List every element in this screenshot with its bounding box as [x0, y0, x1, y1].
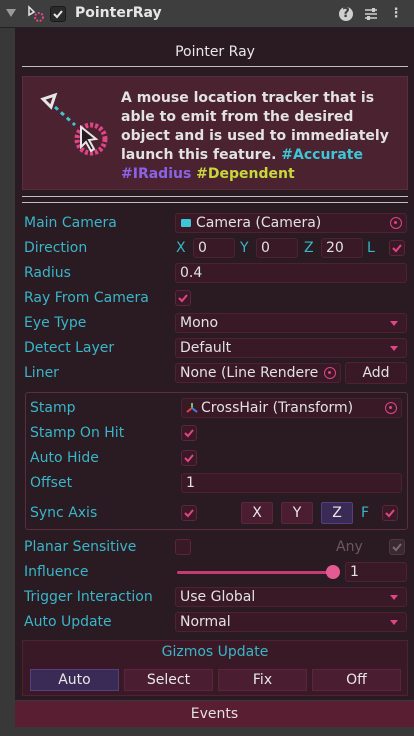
tag-iradius[interactable]: #IRadius: [121, 166, 191, 182]
gizmos-off-button[interactable]: Off: [312, 669, 401, 691]
offset-label: Offset: [30, 475, 73, 491]
component-enabled-checkbox[interactable]: [50, 6, 66, 22]
tag-dependent[interactable]: #Dependent: [196, 166, 295, 182]
planar-any-checkbox[interactable]: [389, 539, 405, 555]
object-picker-icon[interactable]: [385, 402, 397, 414]
pointer-ray-logo-icon: [40, 92, 108, 156]
stamp-on-hit-checkbox[interactable]: [181, 425, 197, 441]
eye-type-label: Eye Type: [24, 315, 87, 331]
events-foldout[interactable]: Events: [15, 701, 414, 727]
sync-axis-checkbox[interactable]: [181, 505, 197, 521]
auto-hide-label: Auto Hide: [30, 450, 99, 466]
direction-z-input[interactable]: 20: [321, 238, 363, 258]
auto-update-value: Normal: [180, 614, 231, 630]
main-camera-label: Main Camera: [24, 215, 117, 231]
influence-slider-handle[interactable]: [326, 565, 340, 579]
divider: [22, 196, 408, 197]
sync-axis-label: Sync Axis: [30, 505, 98, 521]
influence-label: Influence: [24, 564, 89, 580]
auto-hide-checkbox[interactable]: [181, 450, 197, 466]
gizmos-update-group: Gizmos Update Auto Select Fix Off: [22, 640, 408, 696]
sync-axis-f-label: F: [361, 505, 370, 521]
offset-input[interactable]: 1: [181, 473, 402, 493]
gizmos-select-button[interactable]: Select: [124, 669, 213, 691]
auto-update-label: Auto Update: [24, 614, 112, 630]
component-header: PointerRay ? ⋮: [0, 0, 414, 28]
eye-type-value: Mono: [180, 315, 219, 331]
camera-icon: [181, 219, 191, 227]
object-picker-icon[interactable]: [324, 367, 336, 379]
stamp-value: CrossHair (Transform): [201, 400, 354, 416]
liner-label: Liner: [24, 365, 59, 381]
auto-update-dropdown[interactable]: Normal: [175, 612, 407, 632]
pointer-ray-component-icon: [28, 5, 44, 22]
ray-from-camera-checkbox[interactable]: [175, 290, 191, 306]
direction-y-label: Y: [240, 240, 249, 256]
description-box: A mouse location tracker that is able to…: [22, 76, 408, 190]
transform-icon: [186, 403, 198, 413]
direction-x-input[interactable]: 0: [193, 238, 235, 258]
add-liner-button[interactable]: Add: [345, 362, 407, 384]
sync-axis-y-button[interactable]: Y: [281, 502, 313, 524]
stamp-field[interactable]: CrossHair (Transform): [181, 398, 402, 418]
direction-y-input[interactable]: 0: [256, 238, 298, 258]
direction-label: Direction: [24, 240, 88, 256]
planar-sensitive-checkbox[interactable]: [175, 539, 191, 555]
direction-x-label: X: [176, 240, 186, 256]
tag-accurate[interactable]: #Accurate: [281, 147, 363, 163]
eye-type-dropdown[interactable]: Mono: [175, 313, 407, 333]
divider: [22, 202, 408, 203]
direction-l-label: L: [367, 240, 375, 256]
sync-axis-z-button[interactable]: Z: [321, 502, 353, 524]
context-menu-icon[interactable]: ⋮: [388, 6, 404, 22]
detect-layer-dropdown[interactable]: Default: [175, 338, 407, 358]
detect-layer-value: Default: [180, 340, 232, 356]
direction-z-label: Z: [304, 240, 314, 256]
description-text: A mouse location tracker that is able to…: [121, 90, 389, 182]
preset-settings-icon[interactable]: [363, 6, 379, 22]
component-title: PointerRay: [75, 5, 162, 21]
planar-sensitive-label: Planar Sensitive: [24, 539, 137, 555]
object-picker-icon[interactable]: [390, 217, 402, 229]
influence-slider-track[interactable]: [177, 571, 337, 574]
direction-local-checkbox[interactable]: [389, 240, 405, 256]
trigger-interaction-dropdown[interactable]: Use Global: [175, 587, 407, 607]
planar-any-label: Any: [336, 539, 363, 555]
gizmos-fix-button[interactable]: Fix: [218, 669, 307, 691]
stamp-label: Stamp: [30, 400, 76, 416]
main-camera-field[interactable]: Camera (Camera): [175, 213, 407, 233]
trigger-interaction-label: Trigger Interaction: [24, 589, 153, 605]
influence-input[interactable]: 1: [345, 562, 407, 582]
stamp-on-hit-label: Stamp On Hit: [30, 425, 125, 441]
detect-layer-label: Detect Layer: [24, 340, 115, 356]
help-icon[interactable]: ?: [339, 7, 353, 21]
ray-from-camera-label: Ray From Camera: [24, 290, 149, 306]
divider: [22, 66, 408, 67]
trigger-interaction-value: Use Global: [180, 589, 256, 605]
gizmos-auto-button[interactable]: Auto: [30, 669, 119, 691]
panel-title: Pointer Ray: [175, 44, 255, 60]
gizmos-update-title: Gizmos Update: [161, 644, 269, 660]
sync-axis-free-checkbox[interactable]: [382, 505, 398, 521]
main-camera-value: Camera (Camera): [196, 215, 322, 231]
liner-value: None (Line Rendere: [180, 365, 319, 381]
radius-input[interactable]: 0.4: [175, 263, 407, 283]
sync-axis-x-button[interactable]: X: [241, 502, 273, 524]
liner-field[interactable]: None (Line Rendere: [175, 363, 341, 383]
foldout-arrow-icon[interactable]: [6, 9, 16, 17]
radius-label: Radius: [24, 265, 71, 281]
